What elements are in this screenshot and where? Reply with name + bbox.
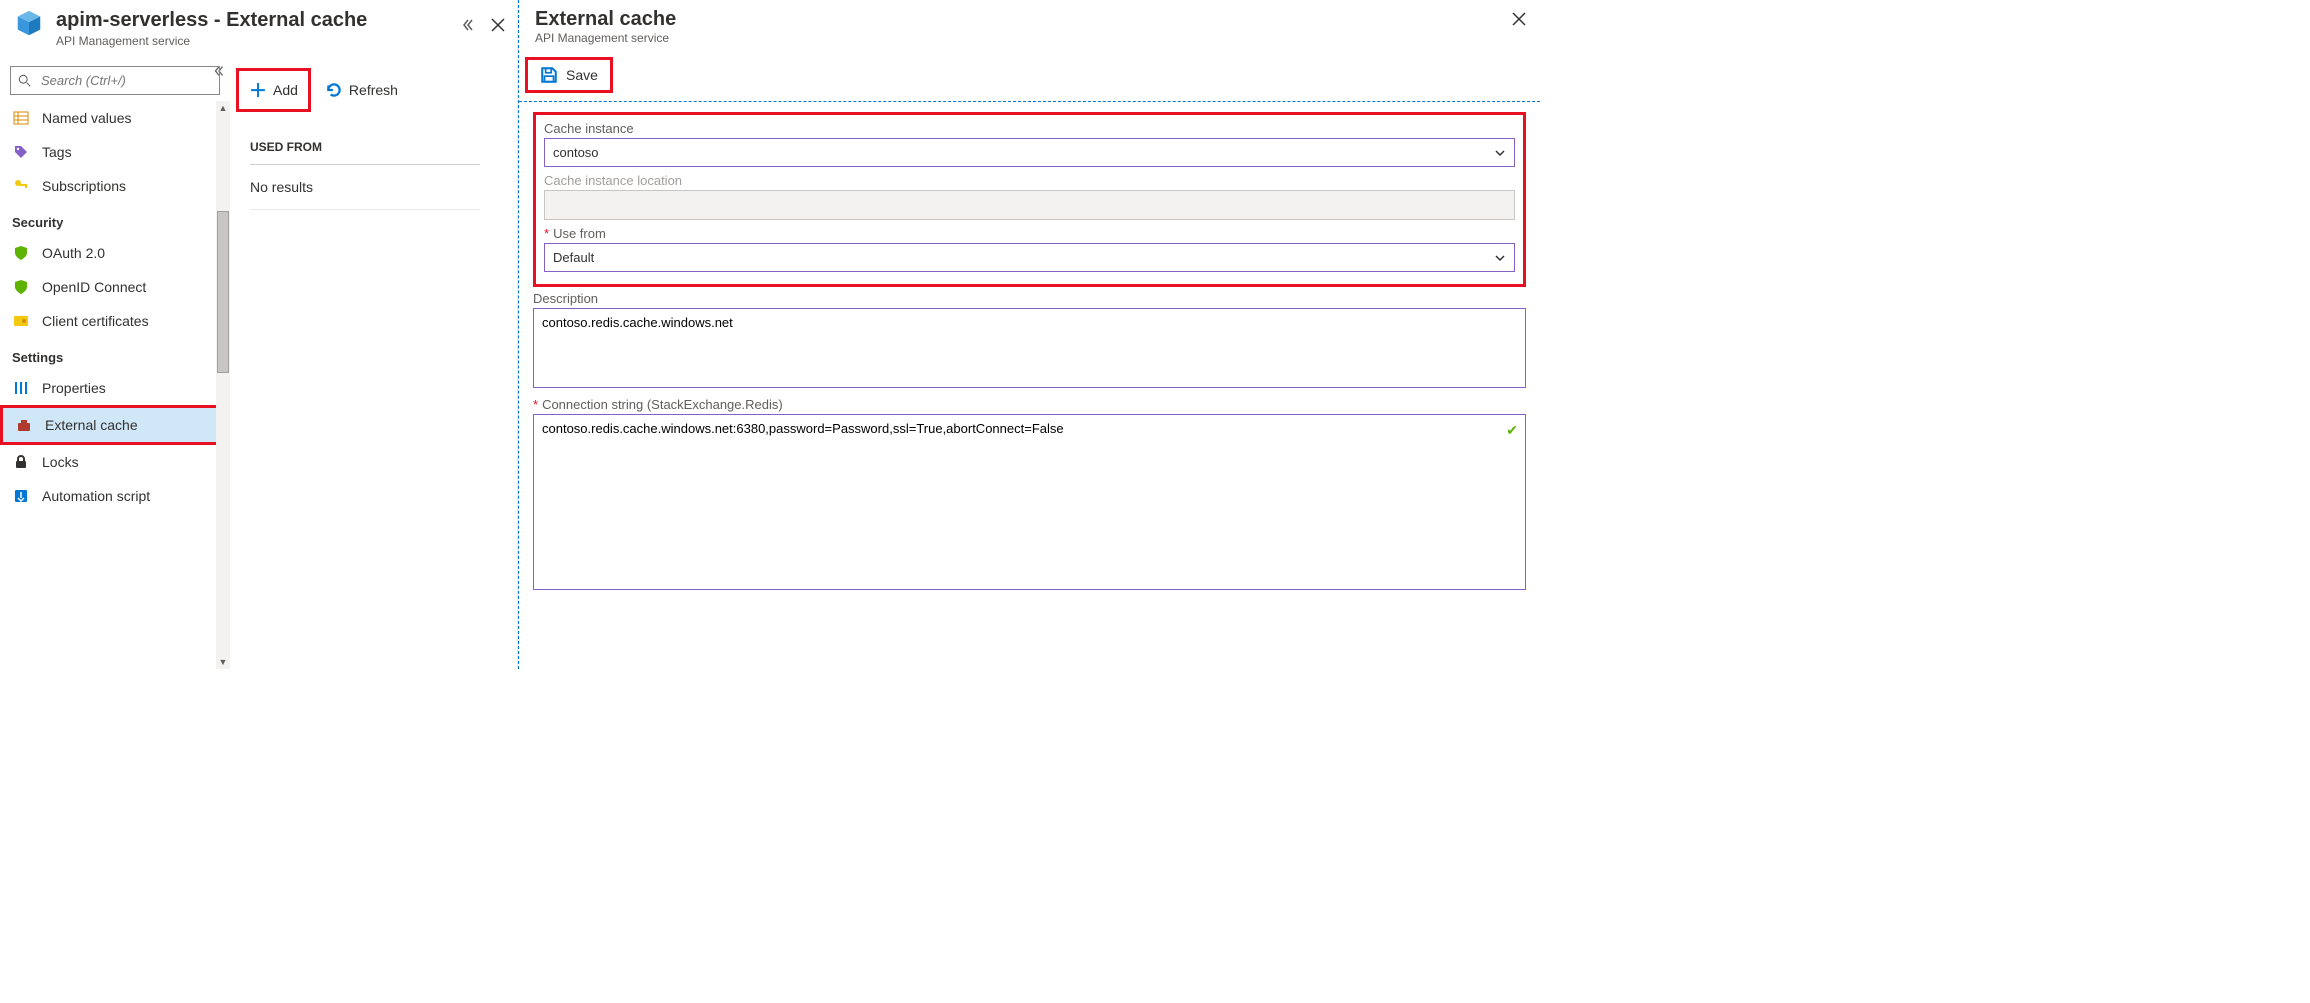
sidebar-item-oauth[interactable]: OAuth 2.0 (0, 236, 230, 270)
use-from-value: Default (553, 250, 594, 265)
sidebar-item-certificates[interactable]: Client certificates (0, 304, 230, 338)
sidebar-item-external-cache[interactable]: External cache (3, 408, 223, 442)
connection-string-input[interactable] (533, 414, 1526, 590)
add-button[interactable]: ＋ Add (236, 68, 311, 112)
main-toolbar: ＋ Add Refresh (230, 60, 517, 120)
shield-icon (12, 278, 30, 296)
right-pane: External cache API Management service Sa… (518, 0, 1540, 669)
sidebar-item-subscriptions[interactable]: Subscriptions (0, 169, 230, 203)
shield-icon (12, 244, 30, 262)
sidebar-item-properties[interactable]: Properties (0, 371, 230, 405)
grid-icon (12, 109, 30, 127)
cube-icon (14, 8, 44, 38)
panel-subtitle: API Management service (535, 31, 1500, 45)
sidebar-item-label: Properties (42, 380, 106, 396)
sidebar-item-label: Locks (42, 454, 79, 470)
cache-instance-value: contoso (553, 145, 599, 160)
form: Cache instance contoso Cache instance lo… (519, 102, 1540, 613)
scrollbar-thumb[interactable] (217, 211, 229, 373)
cache-location-input (544, 190, 1515, 220)
description-input[interactable] (533, 308, 1526, 388)
key-icon (12, 177, 30, 195)
search-wrap (0, 60, 230, 101)
refresh-icon (325, 81, 343, 99)
description-label: Description (533, 291, 1526, 306)
save-button[interactable]: Save (525, 57, 613, 93)
right-toolbar: Save (519, 53, 1540, 102)
sliders-icon (12, 379, 30, 397)
left-body: Named values Tags Subscriptions Security… (0, 60, 517, 669)
sidebar-item-locks[interactable]: Locks (0, 445, 230, 479)
use-from-label: *Use from (544, 226, 1515, 241)
panel-title: External cache (535, 8, 1500, 31)
sidebar-item-label: Client certificates (42, 313, 149, 329)
close-icon[interactable] (487, 14, 509, 36)
scroll-up-icon[interactable]: ▲ (216, 101, 230, 115)
refresh-label: Refresh (349, 82, 398, 98)
empty-state: No results (250, 165, 480, 210)
cache-instance-select[interactable]: contoso (544, 138, 1515, 167)
checkmark-icon: ✔ (1506, 422, 1518, 439)
cache-instance-label: Cache instance (544, 121, 1515, 136)
chevron-down-icon (1494, 252, 1506, 264)
search-input[interactable] (10, 66, 220, 95)
sidebar-item-label: Tags (42, 144, 72, 160)
toolbox-icon (15, 416, 33, 434)
list-area: USED FROM No results (230, 120, 517, 222)
page-title: apim-serverless - External cache (56, 8, 445, 32)
scrollbar[interactable]: ▲ ▼ (216, 101, 230, 669)
sidebar-item-label: Named values (42, 110, 132, 126)
use-from-select[interactable]: Default (544, 243, 1515, 272)
right-header: External cache API Management service (519, 0, 1540, 53)
sidebar-item-named-values[interactable]: Named values (0, 101, 230, 135)
lock-icon (12, 453, 30, 471)
collapse-button[interactable] (457, 14, 479, 36)
column-header[interactable]: USED FROM (250, 132, 480, 165)
tag-icon (12, 143, 30, 161)
save-label: Save (566, 67, 598, 83)
sidebar-item-label: Subscriptions (42, 178, 126, 194)
sidebar-item-automation[interactable]: Automation script (0, 479, 230, 513)
refresh-button[interactable]: Refresh (315, 75, 408, 105)
search-icon (18, 74, 32, 88)
sidebar-item-label: OAuth 2.0 (42, 245, 105, 261)
chevron-down-icon (1494, 147, 1506, 159)
main-content: ＋ Add Refresh USED FROM No results (230, 60, 517, 669)
sidebar-item-tags[interactable]: Tags (0, 135, 230, 169)
sidebar-group-settings: Settings (0, 338, 230, 371)
left-pane: apim-serverless - External cache API Man… (0, 0, 518, 669)
header-text: apim-serverless - External cache API Man… (56, 8, 445, 48)
save-icon (540, 66, 558, 84)
page-subtitle: API Management service (56, 34, 445, 48)
header: apim-serverless - External cache API Man… (0, 0, 517, 60)
sidebar-item-label: Automation script (42, 488, 150, 504)
scroll-down-icon[interactable]: ▼ (216, 655, 230, 669)
close-icon[interactable] (1508, 8, 1530, 30)
plus-icon: ＋ (249, 77, 267, 103)
header-actions (457, 8, 509, 36)
certificate-icon (12, 312, 30, 330)
add-label: Add (273, 82, 298, 98)
sidebar-scroll: Named values Tags Subscriptions Security… (0, 101, 230, 669)
sidebar-item-label: OpenID Connect (42, 279, 146, 295)
connection-string-label: *Connection string (StackExchange.Redis) (533, 397, 1526, 412)
sidebar: Named values Tags Subscriptions Security… (0, 60, 230, 669)
form-highlight: Cache instance contoso Cache instance lo… (533, 112, 1526, 287)
sidebar-group-security: Security (0, 203, 230, 236)
script-icon (12, 487, 30, 505)
cache-location-label: Cache instance location (544, 173, 1515, 188)
sidebar-item-label: External cache (45, 417, 138, 433)
sidebar-item-openid[interactable]: OpenID Connect (0, 270, 230, 304)
